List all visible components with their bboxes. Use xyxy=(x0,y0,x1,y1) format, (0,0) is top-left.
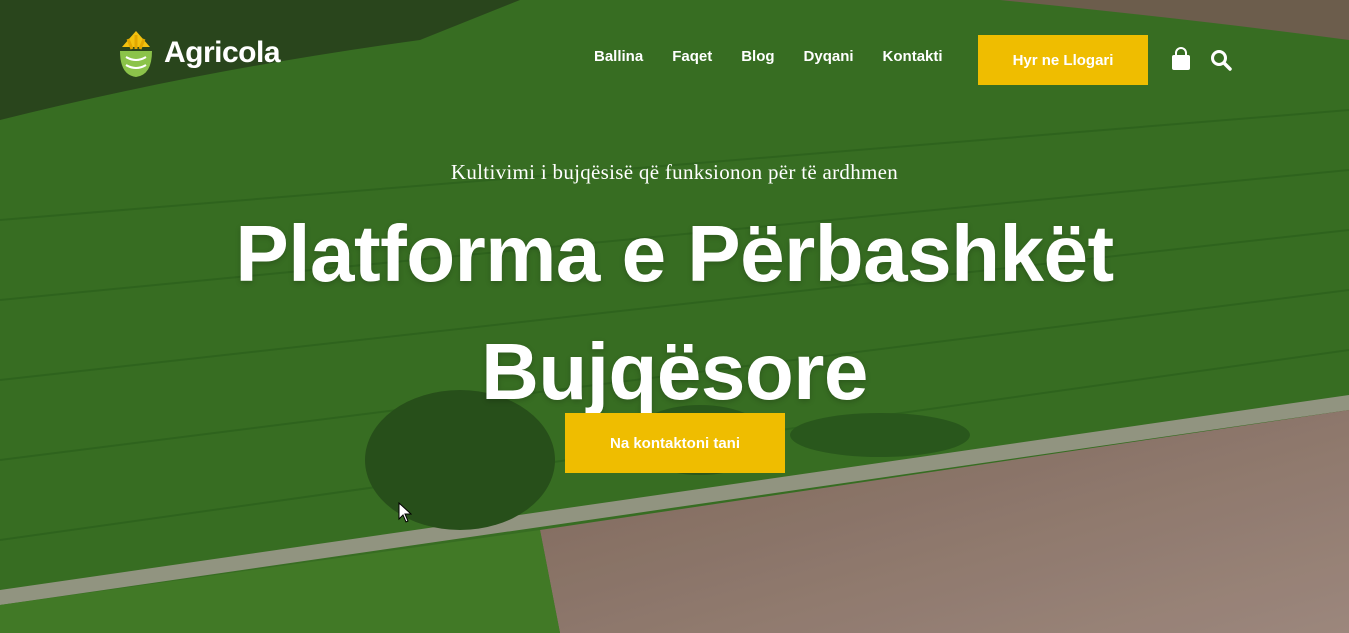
brand-logo[interactable]: Agricola xyxy=(116,27,281,79)
hero-tagline: Kultivimi i bujqësisë që funksionon për … xyxy=(450,160,899,184)
nav-item-kontakti[interactable]: Kontakti xyxy=(883,48,943,65)
nav-item-ballina[interactable]: Ballina xyxy=(594,48,643,65)
hero-section: Agricola Ballina Faqet Blog Dyqani Konta… xyxy=(0,0,1349,633)
main-nav: Ballina Faqet Blog Dyqani Kontakti xyxy=(594,48,972,65)
shopping-bag-icon[interactable] xyxy=(1170,47,1192,71)
brand-name: Agricola xyxy=(164,36,281,69)
contact-cta-button[interactable]: Na kontaktoni tani xyxy=(565,413,785,473)
login-button[interactable]: Hyr ne Llogari xyxy=(978,35,1148,85)
hero-title: Platforma e Përbashkët Bujqësore xyxy=(0,195,1349,431)
nav-item-blog[interactable]: Blog xyxy=(741,48,774,65)
nav-item-faqet[interactable]: Faqet xyxy=(672,48,712,65)
hero-title-line-1: Platforma e Përbashkët xyxy=(235,209,1114,298)
search-icon[interactable] xyxy=(1210,49,1232,71)
wheat-logo-icon xyxy=(120,31,152,77)
mouse-cursor-icon xyxy=(398,502,412,523)
nav-item-dyqani[interactable]: Dyqani xyxy=(804,48,854,65)
